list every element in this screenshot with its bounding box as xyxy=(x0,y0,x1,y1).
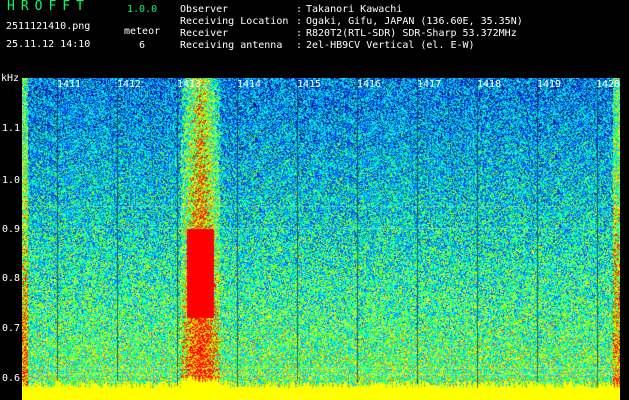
location-value: Ogaki, Gifu, JAPAN (136.60E, 35.35N) xyxy=(306,16,523,27)
observer-colon: : xyxy=(296,4,303,15)
meteor-count: 6 xyxy=(139,40,146,51)
y-axis-unit: kHz xyxy=(1,73,20,84)
observer-label: Observer xyxy=(180,4,229,15)
y-tick-0-6: 0.6 xyxy=(1,373,20,384)
receiver-label: Receiver xyxy=(180,28,229,39)
observer-value: Takanori Kawachi xyxy=(306,4,403,15)
x-tick-1417: 1417 xyxy=(417,79,442,90)
receiver-colon: : xyxy=(296,28,303,39)
antenna-colon: : xyxy=(296,40,303,51)
y-tick-0-9: 0.9 xyxy=(1,224,20,235)
receiver-value: R820T2(RTL-SDR) SDR-Sharp 53.372MHz xyxy=(306,28,517,39)
location-label: Receiving Location xyxy=(180,16,289,27)
y-tick-0-7: 0.7 xyxy=(1,323,20,334)
app-version: 1.0.0 xyxy=(127,4,158,15)
spectrogram-canvas xyxy=(22,78,620,400)
x-tick-1418: 1418 xyxy=(477,79,502,90)
x-tick-1411: 1411 xyxy=(57,79,82,90)
x-tick-1419: 1419 xyxy=(537,79,562,90)
antenna-value: 2el-HB9CV Vertical (el. E-W) xyxy=(306,40,475,51)
y-tick-1-0: 1.0 xyxy=(1,175,20,186)
meteor-label: meteor xyxy=(124,26,161,37)
x-tick-1416: 1416 xyxy=(357,79,382,90)
x-tick-1414: 1414 xyxy=(237,79,262,90)
file-name: 2511121410.png xyxy=(6,21,91,32)
app-title: HROFFT xyxy=(7,0,90,14)
x-tick-1413: 1413 xyxy=(177,79,202,90)
x-tick-1420: 1420 xyxy=(596,79,621,90)
location-colon: : xyxy=(296,16,303,27)
y-tick-0-8: 0.8 xyxy=(1,273,20,284)
timestamp: 25.11.12 14:10 xyxy=(6,39,91,50)
x-tick-1412: 1412 xyxy=(117,79,142,90)
spectrogram-plot xyxy=(22,78,620,400)
antenna-label: Receiving antenna xyxy=(180,40,283,51)
x-tick-1415: 1415 xyxy=(297,79,322,90)
y-tick-1-1: 1.1 xyxy=(1,123,20,134)
